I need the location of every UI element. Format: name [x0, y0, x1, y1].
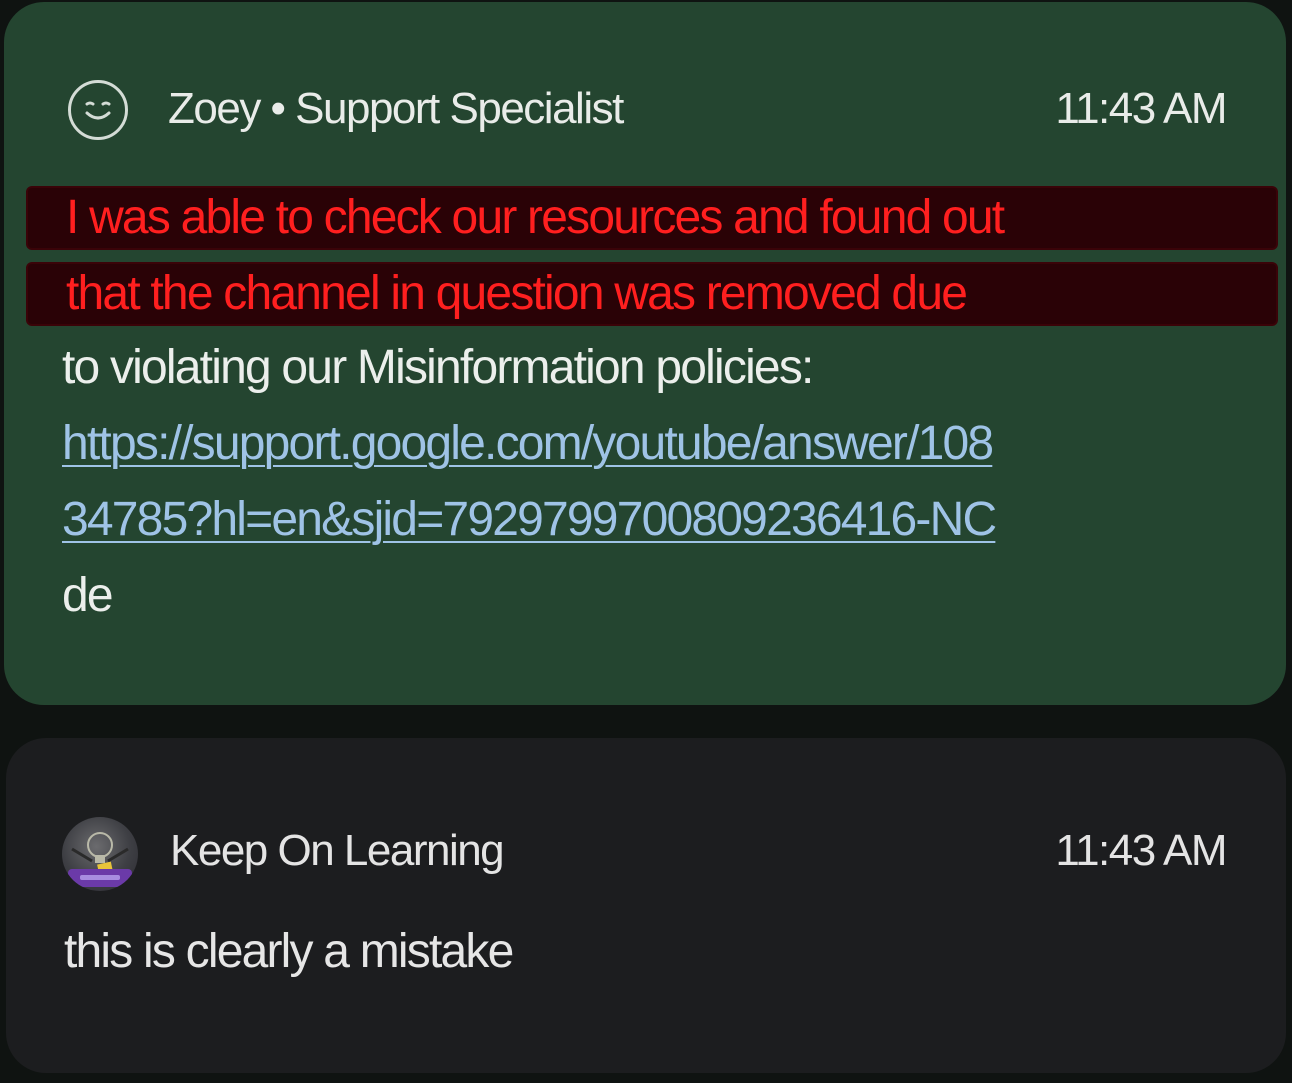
user-author-name: Keep On Learning [170, 826, 505, 875]
highlighted-text-line: that the channel in question was removed… [28, 264, 1276, 324]
user-message-bubble: Keep On Learning 11:43 AM this is clearl… [6, 738, 1286, 1073]
agent-message-header: Zoey • Support Specialist 11:43 AM [4, 78, 1286, 142]
policy-link[interactable]: https://support.google.com/youtube/answe… [62, 416, 994, 471]
policy-link[interactable]: 34785?hl=en&sjid=7929799700809236416-NC [62, 492, 997, 547]
message-text-line: de [62, 569, 114, 622]
user-message-text: this is clearly a mistake [64, 925, 514, 978]
message-text-line: to violating our Misinformation policies… [62, 341, 814, 394]
highlighted-text-line: I was able to check our resources and fo… [28, 188, 1276, 248]
user-message-header: Keep On Learning 11:43 AM [6, 816, 1286, 891]
agent-message-time: 11:43 AM [1055, 84, 1227, 133]
agent-message-bubble: Zoey • Support Specialist 11:43 AM I was… [4, 2, 1286, 705]
chat-transcript: Zoey • Support Specialist 11:43 AM I was… [0, 0, 1292, 1083]
channel-avatar-image [62, 817, 138, 891]
agent-author-name: Zoey • Support Specialist [168, 84, 624, 133]
user-message-time: 11:43 AM [1055, 826, 1227, 875]
smiley-face-icon [68, 80, 128, 140]
